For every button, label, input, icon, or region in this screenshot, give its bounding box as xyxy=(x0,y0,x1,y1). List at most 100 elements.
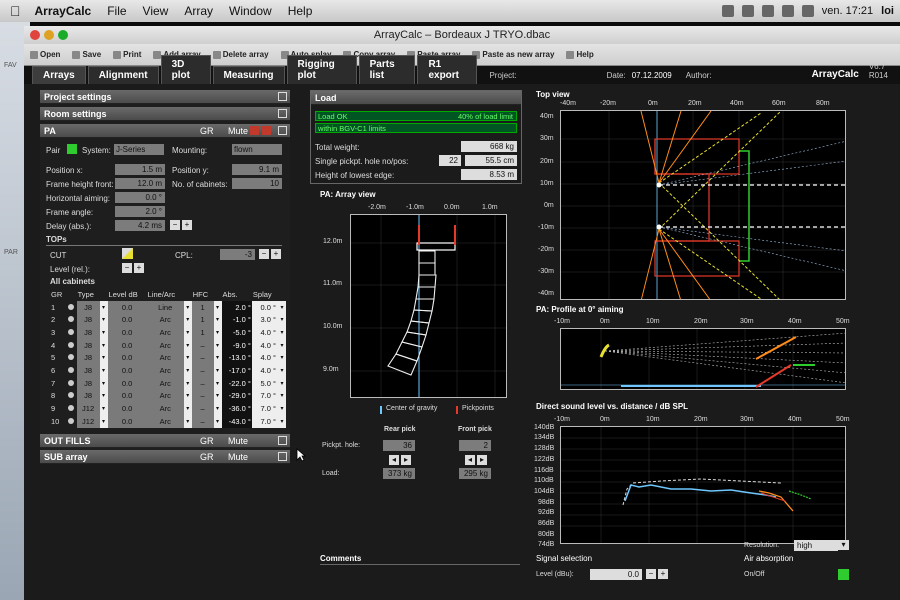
chevron-down-icon[interactable]: ▾ xyxy=(278,300,286,314)
user-name[interactable]: loi xyxy=(881,5,894,17)
mute-toggle[interactable]: Mute xyxy=(228,124,248,138)
menu-array[interactable]: Array xyxy=(184,4,213,18)
tab-arrays[interactable]: Arrays xyxy=(32,66,86,84)
cab-level[interactable]: 0.0 xyxy=(107,376,147,390)
chevron-down-icon[interactable]: ▾ xyxy=(183,414,192,428)
cpl-decrement-button[interactable]: − xyxy=(259,249,269,259)
menu-window[interactable]: Window xyxy=(229,4,272,18)
chevron-down-icon[interactable]: ▾ xyxy=(99,338,108,352)
solo-dot[interactable] xyxy=(67,390,77,403)
tab-parts-list[interactable]: Parts list xyxy=(358,55,416,84)
collapse-icon[interactable] xyxy=(278,109,287,118)
polarity-icon[interactable] xyxy=(250,126,259,135)
clock[interactable]: ven. 17:21 xyxy=(822,5,873,17)
solo-icon[interactable] xyxy=(67,303,74,310)
sub-array-header[interactable]: SUB array GR Mute xyxy=(40,450,290,464)
cab-type[interactable]: J8 xyxy=(76,376,100,390)
open-button[interactable]: Open xyxy=(30,50,60,59)
delete-array-button[interactable]: Delete array xyxy=(212,50,269,59)
solo-icon[interactable] xyxy=(67,328,74,335)
chevron-down-icon[interactable]: ▾ xyxy=(278,313,286,327)
cab-type[interactable]: J8 xyxy=(76,389,100,403)
chevron-down-icon[interactable]: ▾ xyxy=(99,351,108,365)
solo-dot[interactable] xyxy=(67,339,77,352)
solo-icon[interactable] xyxy=(67,392,74,399)
mute-toggle[interactable]: Mute xyxy=(228,434,248,448)
cab-hfc[interactable]: 1 xyxy=(191,300,214,314)
menu-file[interactable]: File xyxy=(107,4,126,18)
solo-dot[interactable] xyxy=(67,377,77,390)
frame-height-field[interactable]: 12.0 m xyxy=(115,178,165,189)
system-select[interactable]: J-Series xyxy=(114,144,164,155)
chevron-down-icon[interactable]: ▾ xyxy=(99,313,108,327)
chevron-down-icon[interactable]: ▾ xyxy=(183,313,192,327)
room-settings-header[interactable]: Room settings xyxy=(40,107,290,121)
frame-angle-field[interactable]: 2.0 ° xyxy=(115,206,165,217)
delay-decrement-button[interactable]: − xyxy=(170,220,180,230)
chevron-down-icon[interactable]: ▾ xyxy=(213,351,222,365)
polarity-icon-2[interactable] xyxy=(262,126,271,135)
help-button[interactable]: Help xyxy=(566,50,594,59)
air-absorption-toggle[interactable] xyxy=(838,569,849,580)
cab-level[interactable]: 0.0 xyxy=(107,338,147,352)
chevron-down-icon[interactable]: ▾ xyxy=(213,364,222,377)
delay-increment-button[interactable]: + xyxy=(182,220,192,230)
cab-hfc[interactable]: – xyxy=(191,389,214,403)
menu-app[interactable]: ArrayCalc xyxy=(35,4,92,18)
save-button[interactable]: Save xyxy=(72,50,101,59)
chevron-down-icon[interactable]: ▾ xyxy=(278,326,286,339)
profile-plot[interactable] xyxy=(560,328,846,390)
cab-splay[interactable]: 4.0 ° xyxy=(251,351,278,365)
chevron-down-icon[interactable]: ▾ xyxy=(213,389,222,403)
chevron-down-icon[interactable]: ▾ xyxy=(183,364,192,377)
cab-level[interactable]: 0.0 xyxy=(107,414,147,428)
chevron-down-icon[interactable]: ▾ xyxy=(99,402,108,415)
level-down-button[interactable]: − xyxy=(646,569,656,579)
project-settings-header[interactable]: Project settings xyxy=(40,90,290,104)
front-hole-next-button[interactable]: ▸ xyxy=(477,455,487,465)
cab-type[interactable]: J12 xyxy=(76,402,100,415)
cab-splay[interactable]: 7.0 ° xyxy=(251,402,278,415)
cab-hfc[interactable]: – xyxy=(191,338,214,352)
tab-rigging-plot[interactable]: Rigging plot xyxy=(286,55,357,84)
solo-icon[interactable] xyxy=(67,341,74,348)
cab-level[interactable]: 0.0 xyxy=(107,389,147,403)
cab-hfc[interactable]: 1 xyxy=(191,326,214,339)
cab-linearc[interactable]: Arc xyxy=(146,364,184,377)
cab-type[interactable]: J12 xyxy=(76,414,100,428)
array-view-plot[interactable] xyxy=(350,214,507,398)
signal-level-field[interactable]: 0.0 xyxy=(590,569,642,580)
solo-dot[interactable] xyxy=(67,364,77,377)
solo-dot[interactable] xyxy=(67,402,77,415)
solo-dot[interactable] xyxy=(67,313,77,326)
cpl-increment-button[interactable]: + xyxy=(271,249,281,259)
chevron-down-icon[interactable]: ▾ xyxy=(278,376,286,390)
chevron-down-icon[interactable]: ▾ xyxy=(99,300,108,314)
chevron-down-icon[interactable]: ▾ xyxy=(278,338,286,352)
cab-type[interactable]: J8 xyxy=(76,364,100,377)
close-icon[interactable] xyxy=(30,30,40,40)
chevron-down-icon[interactable]: ▾ xyxy=(278,389,286,403)
cab-level[interactable]: 0.0 xyxy=(107,326,147,339)
chevron-down-icon[interactable]: ▾ xyxy=(99,414,108,428)
solo-icon[interactable] xyxy=(67,354,74,361)
menu-help[interactable]: Help xyxy=(288,4,313,18)
cabinets-field[interactable]: 10 xyxy=(232,178,282,189)
cab-linearc[interactable]: Line xyxy=(146,300,184,314)
chevron-down-icon[interactable]: ▾ xyxy=(213,338,222,352)
out-fills-header[interactable]: OUT FILLS GR Mute xyxy=(40,434,290,448)
cab-splay[interactable]: 5.0 ° xyxy=(251,376,278,390)
collapse-icon[interactable] xyxy=(278,92,287,101)
cab-splay[interactable]: 0.0 ° xyxy=(251,300,278,314)
chevron-down-icon[interactable]: ▾ xyxy=(213,300,222,314)
chevron-down-icon[interactable]: ▾ xyxy=(183,402,192,415)
tab-alignment[interactable]: Alignment xyxy=(87,66,159,84)
front-hole-field[interactable]: 2 xyxy=(459,440,491,451)
level-increment-button[interactable]: + xyxy=(134,263,144,273)
cab-linearc[interactable]: Arc xyxy=(146,313,184,327)
chevron-down-icon[interactable]: ▾ xyxy=(183,351,192,365)
solo-icon[interactable] xyxy=(67,316,74,323)
cab-linearc[interactable]: Arc xyxy=(146,326,184,339)
cab-linearc[interactable]: Arc xyxy=(146,351,184,365)
tab-measuring[interactable]: Measuring xyxy=(212,66,285,84)
